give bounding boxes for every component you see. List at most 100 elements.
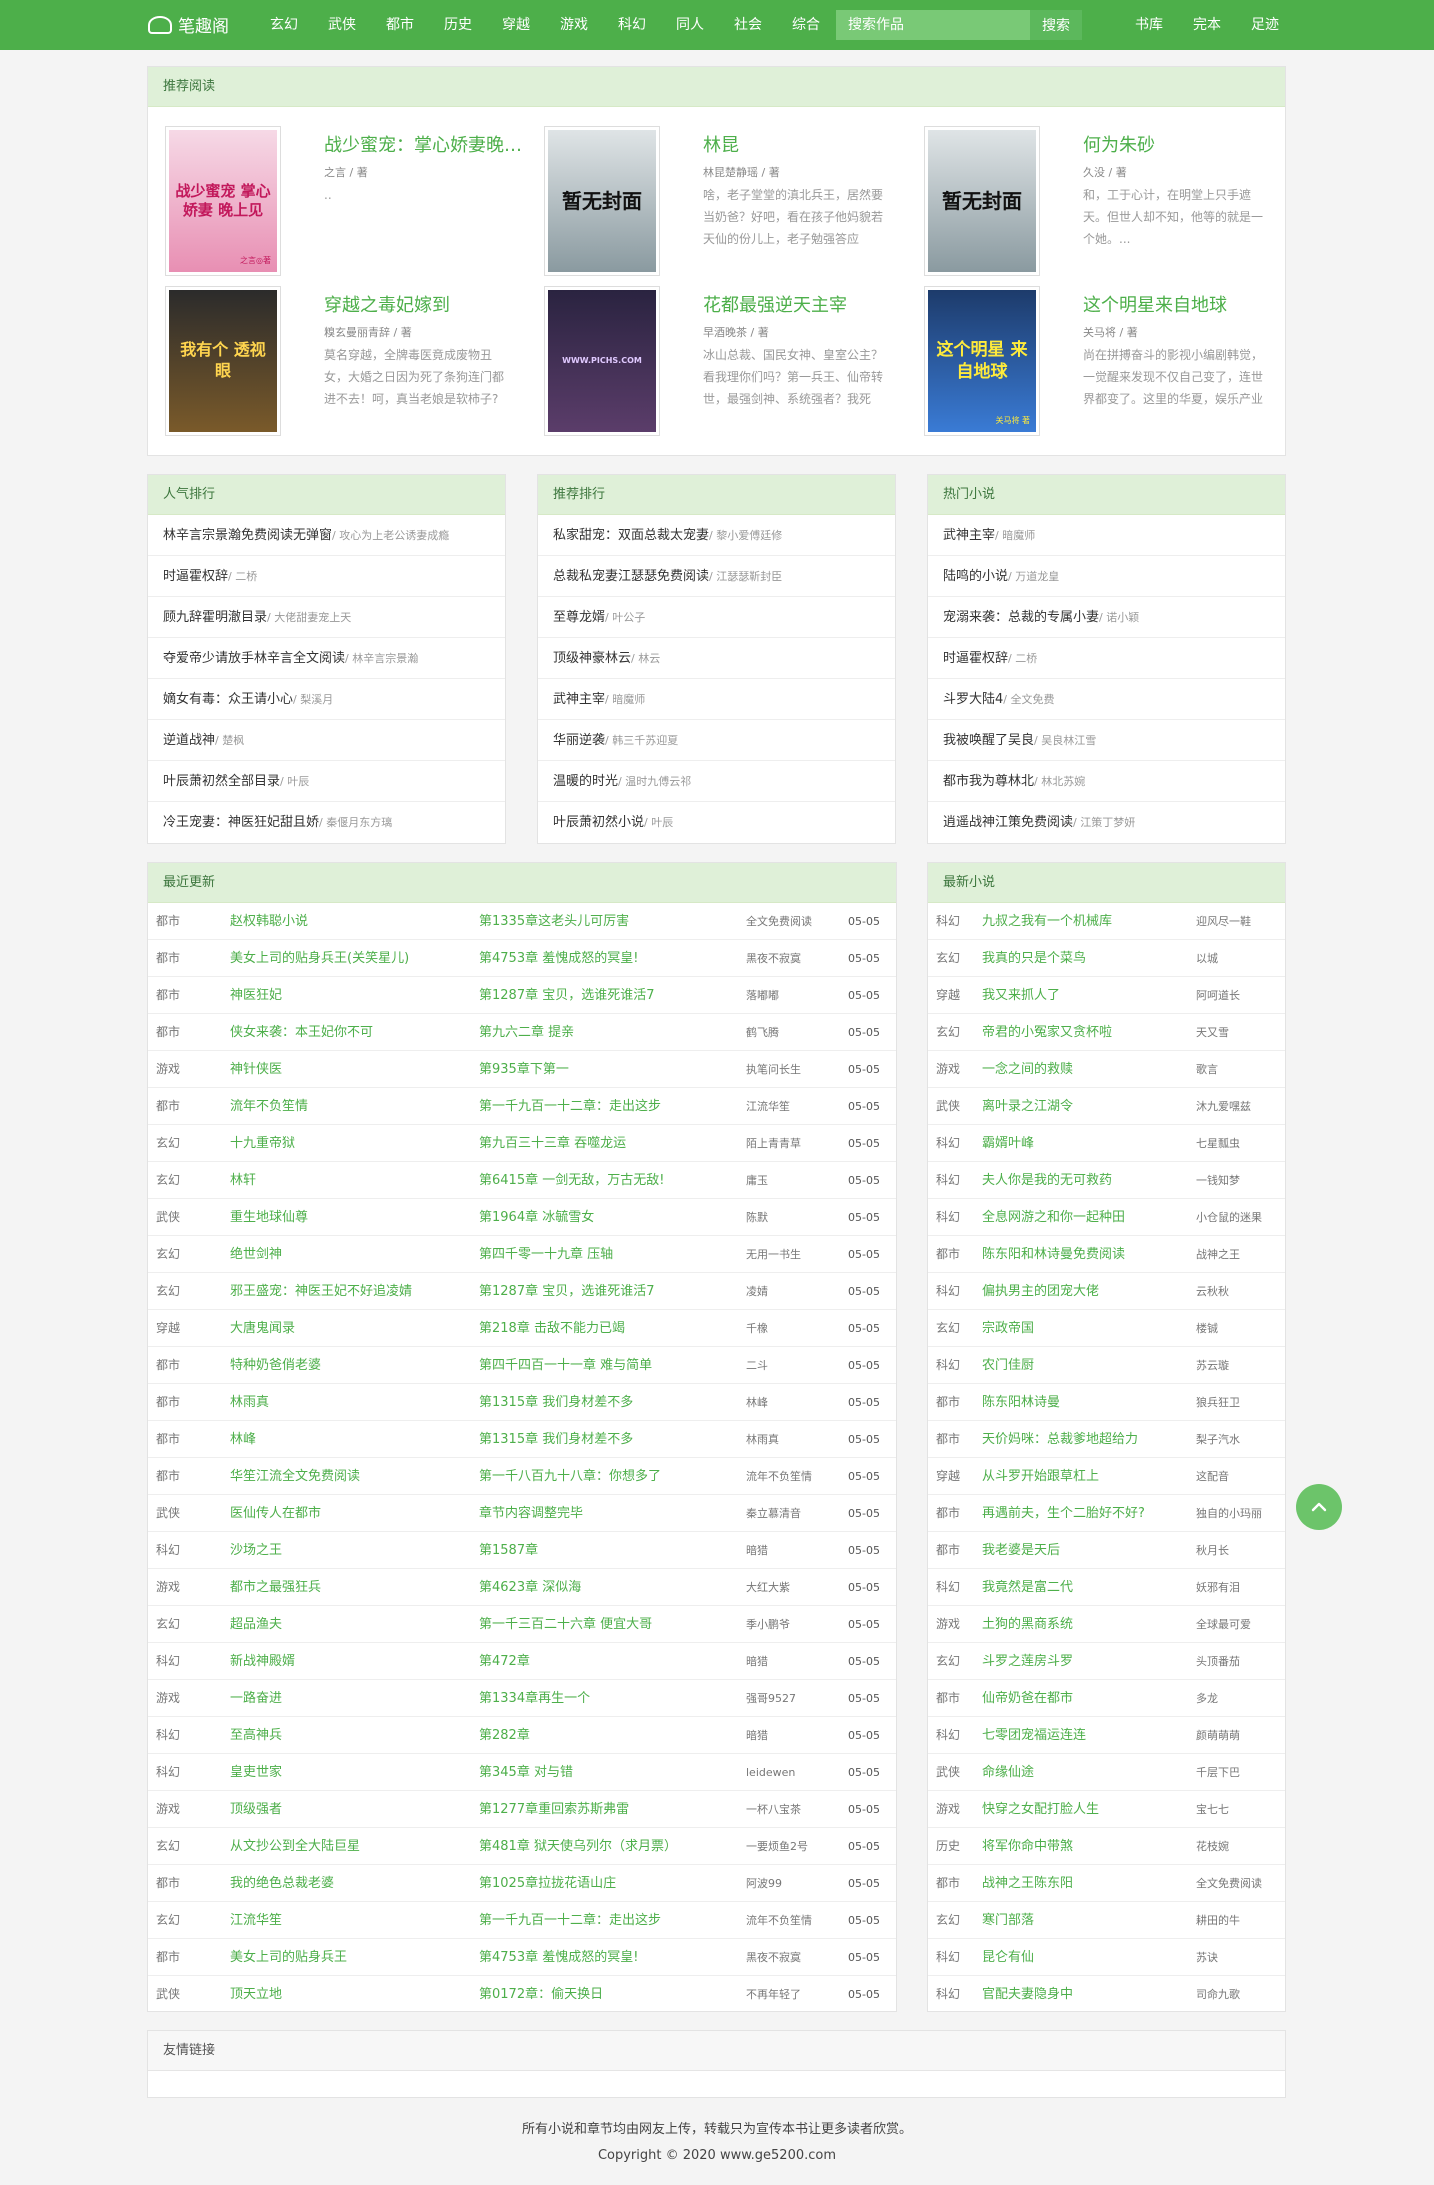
row-book-name[interactable]: 斗罗之莲房斗罗 [982,1643,1192,1680]
nav-item[interactable]: 武侠 [313,0,371,50]
row-chapter[interactable]: 第四千四百一十一章 难与简单 [479,1347,749,1384]
rank-item-title[interactable]: 叶辰萧初然全部目录 [163,774,280,789]
row-chapter[interactable]: 第4753章 羞愧成怒的冥皇! [479,940,749,977]
book-title[interactable]: 穿越之毒妃嫁到 [324,291,524,317]
row-book-name[interactable]: 超品渔夫 [230,1606,470,1643]
nav-item[interactable]: 玄幻 [255,0,313,50]
rank-item-title[interactable]: 斗罗大陆4 [943,692,1003,707]
row-chapter[interactable]: 第一千九百一十二章：走出这步 [479,1088,749,1125]
nav-item[interactable]: 都市 [371,0,429,50]
rank-item-title[interactable]: 林辛言宗景瀚免费阅读无弹窗 [163,528,332,543]
row-book-name[interactable]: 战神之王陈东阳 [982,1865,1192,1902]
rank-item-title[interactable]: 都市我为尊林北 [943,774,1034,789]
row-book-name[interactable]: 流年不负笙情 [230,1088,470,1125]
row-book-name[interactable]: 我竟然是富二代 [982,1569,1192,1606]
rank-item-title[interactable]: 嫡女有毒：众王请小心 [163,692,293,707]
row-book-name[interactable]: 华笙江流全文免费阅读 [230,1458,470,1495]
row-chapter[interactable]: 第0172章：偷天换日 [479,1976,749,2013]
row-book-name[interactable]: 仙帝奶爸在都市 [982,1680,1192,1717]
row-book-name[interactable]: 九叔之我有一个机械库 [982,903,1192,940]
nav-item[interactable]: 游戏 [545,0,603,50]
row-chapter[interactable]: 第一千九百一十二章：走出这步 [479,1902,749,1939]
rank-item-title[interactable]: 逍遥战神江策免费阅读 [943,815,1073,830]
row-book-name[interactable]: 神针侠医 [230,1051,470,1088]
row-book-name[interactable]: 官配夫妻隐身中 [982,1976,1192,2013]
rank-item-title[interactable]: 陆鸣的小说 [943,569,1008,584]
row-book-name[interactable]: 快穿之女配打脸人生 [982,1791,1192,1828]
row-chapter[interactable]: 第1025章拉拢花语山庄 [479,1865,749,1902]
search-button[interactable]: 搜索 [1030,10,1082,40]
row-chapter[interactable]: 第345章 对与错 [479,1754,749,1791]
row-book-name[interactable]: 邪王盛宠：神医王妃不好追凌婧 [230,1273,470,1310]
rank-item-title[interactable]: 总裁私宠妻江瑟瑟免费阅读 [553,569,709,584]
row-chapter[interactable]: 第1335章这老头儿可厉害 [479,903,749,940]
row-chapter[interactable]: 第935章下第一 [479,1051,749,1088]
right-nav-item[interactable]: 书库 [1120,0,1178,50]
row-book-name[interactable]: 陈东阳和林诗曼免费阅读 [982,1236,1192,1273]
row-book-name[interactable]: 江流华笙 [230,1902,470,1939]
row-chapter[interactable]: 第四千零一十九章 压轴 [479,1236,749,1273]
row-book-name[interactable]: 侠女来袭：本王妃你不可 [230,1014,470,1051]
book-cover[interactable]: 这个明星 来自地球 关马将 著 [924,286,1040,436]
row-book-name[interactable]: 昆仑有仙 [982,1939,1192,1976]
rank-item-title[interactable]: 时逼霍权辞 [943,651,1008,666]
book-title[interactable]: 花都最强逆天主宰 [703,291,903,317]
row-chapter[interactable]: 第1964章 冰毓雪女 [479,1199,749,1236]
row-book-name[interactable]: 从斗罗开始跟草杠上 [982,1458,1192,1495]
row-chapter[interactable]: 第6415章 一剑无敌，万古无敌! [479,1162,749,1199]
site-logo[interactable]: 笔趣阁 [148,12,229,37]
row-chapter[interactable]: 第1287章 宝贝，选谁死谁活7 [479,1273,749,1310]
row-chapter[interactable]: 第1277章重回索苏斯弗雷 [479,1791,749,1828]
row-chapter[interactable]: 第一千三百二十六章 便宜大哥 [479,1606,749,1643]
row-chapter[interactable]: 第1315章 我们身材差不多 [479,1384,749,1421]
row-chapter[interactable]: 第一千八百九十八章：你想多了 [479,1458,749,1495]
row-book-name[interactable]: 离叶录之江湖令 [982,1088,1192,1125]
row-book-name[interactable]: 神医狂妃 [230,977,470,1014]
book-title[interactable]: 战少蜜宠：掌心娇妻晚上见 [324,131,524,157]
row-book-name[interactable]: 林轩 [230,1162,470,1199]
rank-item-title[interactable]: 宠溺来袭：总裁的专属小妻 [943,610,1099,625]
rank-item-title[interactable]: 武神主宰 [943,528,995,543]
row-book-name[interactable]: 我老婆是天后 [982,1532,1192,1569]
rank-item-title[interactable]: 顶级神豪林云 [553,651,631,666]
row-chapter[interactable]: 第1287章 宝贝，选谁死谁活7 [479,977,749,1014]
row-book-name[interactable]: 寒门部落 [982,1902,1192,1939]
rank-item-title[interactable]: 夺爱帝少请放手林辛言全文阅读 [163,651,345,666]
row-chapter[interactable]: 章节内容调整完毕 [479,1495,749,1532]
back-to-top-button[interactable] [1296,1484,1342,1530]
row-book-name[interactable]: 我真的只是个菜鸟 [982,940,1192,977]
book-title[interactable]: 这个明星来自地球 [1083,291,1283,317]
row-book-name[interactable]: 至高神兵 [230,1717,470,1754]
row-book-name[interactable]: 天价妈咪：总裁爹地超给力 [982,1421,1192,1458]
nav-item[interactable]: 同人 [661,0,719,50]
row-book-name[interactable]: 从文抄公到全大陆巨星 [230,1828,470,1865]
rank-item-title[interactable]: 至尊龙婿 [553,610,605,625]
rank-item-title[interactable]: 武神主宰 [553,692,605,707]
row-book-name[interactable]: 林峰 [230,1421,470,1458]
book-cover[interactable]: 我有个 透视眼 [165,286,281,436]
row-book-name[interactable]: 霸婿叶峰 [982,1125,1192,1162]
row-book-name[interactable]: 土狗的黑商系统 [982,1606,1192,1643]
rank-item-title[interactable]: 时逼霍权辞 [163,569,228,584]
row-chapter[interactable]: 第1315章 我们身材差不多 [479,1421,749,1458]
row-book-name[interactable]: 重生地球仙尊 [230,1199,470,1236]
row-book-name[interactable]: 特种奶爸俏老婆 [230,1347,470,1384]
book-cover[interactable]: 暂无封面 [924,126,1040,276]
row-chapter[interactable]: 第4623章 深似海 [479,1569,749,1606]
rank-item-title[interactable]: 华丽逆袭 [553,733,605,748]
nav-item[interactable]: 综合 [777,0,835,50]
rank-item-title[interactable]: 私家甜宠：双面总裁太宠妻 [553,528,709,543]
row-book-name[interactable]: 顶级强者 [230,1791,470,1828]
row-book-name[interactable]: 我的绝色总裁老婆 [230,1865,470,1902]
row-chapter[interactable]: 第481章 狱天使乌列尔（求月票） [479,1828,749,1865]
row-book-name[interactable]: 偏执男主的团宠大佬 [982,1273,1192,1310]
rank-item-title[interactable]: 我被唤醒了吴良 [943,733,1034,748]
book-cover[interactable]: 暂无封面 [544,126,660,276]
row-book-name[interactable]: 十九重帝狱 [230,1125,470,1162]
nav-item[interactable]: 历史 [429,0,487,50]
right-nav-item[interactable]: 足迹 [1236,0,1294,50]
rank-item-title[interactable]: 叶辰萧初然小说 [553,815,644,830]
rank-item-title[interactable]: 顾九辞霍明澈目录 [163,610,267,625]
row-chapter[interactable]: 第218章 击敌不能力已竭 [479,1310,749,1347]
row-chapter[interactable]: 第九百三十三章 吞噬龙运 [479,1125,749,1162]
